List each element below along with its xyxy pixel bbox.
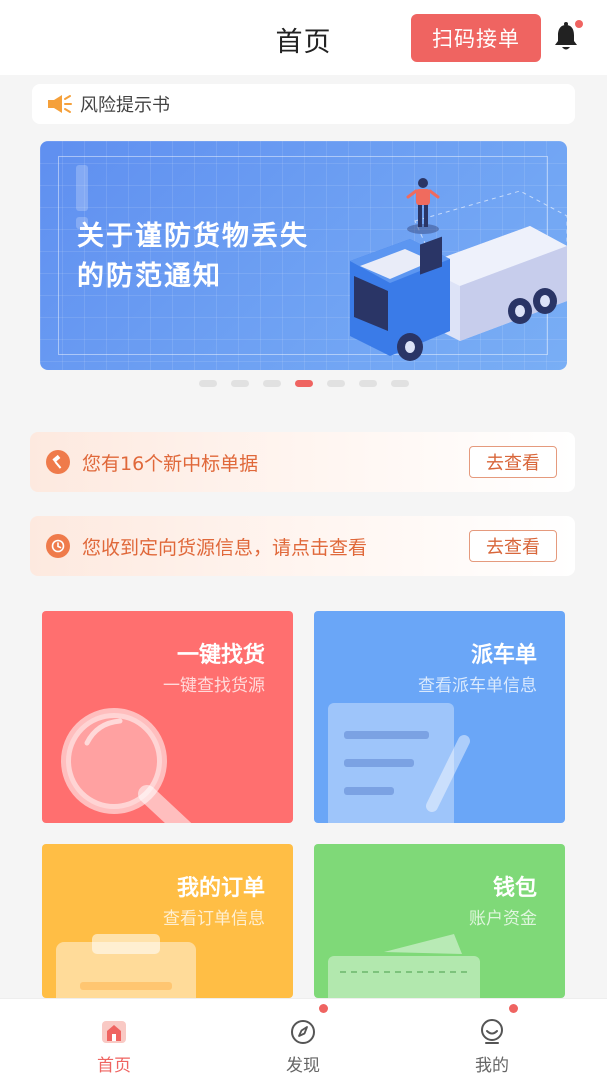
cargo-notice-view-button[interactable]: 去查看 [469,530,557,562]
tab-discover[interactable]: 发现 [243,999,363,1080]
tab-home[interactable]: 首页 [54,999,174,1080]
wallet-title: 钱包 [492,876,537,901]
scan-order-button[interactable]: 扫码接单 [411,14,541,62]
dispatch-order-card[interactable]: 派车单 查看派车单信息 [314,611,565,823]
cargo-notice[interactable]: 您收到定向货源信息，请点击查看 去查看 [30,516,575,576]
carousel-dot[interactable] [326,380,345,387]
find-cargo-title: 一键找货 [176,643,265,668]
discover-badge [319,1004,328,1013]
home-icon [102,1021,126,1043]
truck-illustration [350,178,567,361]
bid-notice[interactable]: 您有16个新中标单据 去查看 [30,432,575,492]
my-orders-card[interactable]: 我的订单 查看订单信息 [42,844,293,998]
carousel-dot[interactable] [230,380,249,387]
find-cargo-subtitle: 一键查找货源 [163,676,265,696]
banner-carousel[interactable]: 关于谨防货物丢失 的防范通知 [40,141,567,370]
clock-icon [46,534,70,558]
carousel-indicator [0,380,607,390]
carousel-dot[interactable] [198,380,217,387]
carousel-dot[interactable] [358,380,377,387]
risk-notice-label: 风险提示书 [80,95,170,116]
profile-badge [509,1004,518,1013]
notification-badge [575,20,583,28]
bottom-tab-bar: 首页 发现 我的 [0,998,607,1080]
banner-headline-line1: 关于谨防货物丢失 [77,221,309,252]
carousel-dot[interactable] [294,380,313,387]
tab-profile[interactable]: 我的 [432,999,552,1080]
profile-icon [481,1019,503,1044]
dispatch-order-subtitle: 查看派车单信息 [418,676,537,696]
bid-notice-view-button[interactable]: 去查看 [469,446,557,478]
app-header: 首页 扫码接单 [0,0,607,75]
my-orders-subtitle: 查看订单信息 [163,909,265,929]
wallet-subtitle: 账户资金 [469,909,537,929]
my-orders-title: 我的订单 [176,876,265,901]
dispatch-order-title: 派车单 [470,643,537,668]
bid-notice-text: 您有16个新中标单据 [82,452,259,475]
carousel-dot[interactable] [262,380,281,387]
wallet-card[interactable]: 钱包 账户资金 [314,844,565,998]
tab-profile-label: 我的 [475,1056,509,1076]
find-cargo-card[interactable]: 一键找货 一键查找货源 [42,611,293,823]
risk-notice-bar[interactable]: 风险提示书 [32,84,575,124]
carousel-dot[interactable] [390,380,409,387]
banner-headline: 关于谨防货物丢失 的防范通知 [77,217,337,297]
tab-home-label: 首页 [97,1056,131,1076]
compass-icon [291,1020,315,1044]
banner-headline-line2: 的防范通知 [77,261,222,292]
cargo-notice-text: 您收到定向货源信息，请点击查看 [82,536,368,559]
megaphone-icon [48,95,72,113]
tab-discover-label: 发现 [286,1056,320,1076]
hammer-icon [46,450,70,474]
